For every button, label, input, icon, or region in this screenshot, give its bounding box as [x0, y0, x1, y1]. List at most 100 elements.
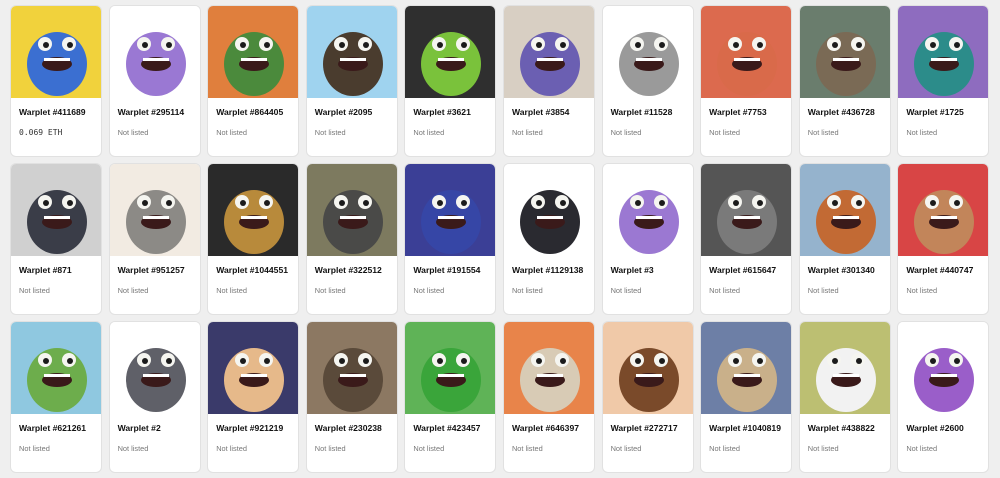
nft-name[interactable]: Warplet #322512: [315, 265, 389, 275]
nft-card[interactable]: Warplet #621261 Not listed: [10, 321, 102, 473]
nft-card[interactable]: Warplet #1129138 Not listed: [502, 163, 595, 315]
nft-card[interactable]: Warplet #615647 Not listed: [700, 163, 793, 315]
nft-card[interactable]: Warplet #2095 Not listed: [305, 5, 398, 157]
nft-card[interactable]: Warplet #230238 Not listed: [305, 321, 398, 473]
nft-card[interactable]: Warplet #864405 Not listed: [207, 5, 300, 157]
nft-name[interactable]: Warplet #230238: [315, 423, 389, 433]
nft-image[interactable]: [208, 164, 299, 256]
nft-name[interactable]: Warplet #191554: [413, 265, 487, 275]
nft-image[interactable]: [503, 164, 594, 256]
nft-name[interactable]: Warplet #1725: [906, 107, 980, 117]
cowboy-blob-icon: [799, 164, 890, 256]
nft-name[interactable]: Warplet #2600: [906, 423, 980, 433]
nft-image[interactable]: [405, 164, 496, 256]
nft-name[interactable]: Warplet #864405: [216, 107, 290, 117]
nft-card[interactable]: Warplet #871 Not listed: [10, 163, 102, 315]
nft-card[interactable]: Warplet #440747 Not listed: [897, 163, 990, 315]
nft-name[interactable]: Warplet #411689: [19, 107, 93, 117]
nft-image[interactable]: [602, 164, 693, 256]
hooded-monster-icon: [898, 6, 989, 98]
nft-image[interactable]: [306, 322, 397, 414]
nft-card[interactable]: Warplet #921219 Not listed: [207, 321, 300, 473]
nft-image[interactable]: [701, 164, 792, 256]
nft-card[interactable]: Warplet #1725 Not listed: [897, 5, 990, 157]
nft-name[interactable]: Warplet #951257: [118, 265, 192, 275]
nft-image[interactable]: [109, 164, 200, 256]
purple-blob-sunglasses-icon: [109, 6, 200, 98]
nft-image[interactable]: [208, 6, 299, 98]
nft-name[interactable]: Warplet #436728: [808, 107, 882, 117]
nft-image[interactable]: [898, 322, 989, 414]
nft-card[interactable]: Warplet #423457 Not listed: [404, 321, 497, 473]
nft-image[interactable]: [701, 6, 792, 98]
nft-image[interactable]: [503, 6, 594, 98]
nft-image[interactable]: [898, 164, 989, 256]
nft-image[interactable]: [405, 322, 496, 414]
nft-image[interactable]: [799, 164, 890, 256]
nft-card[interactable]: Warplet #272717 Not listed: [601, 321, 694, 473]
nft-image[interactable]: [306, 164, 397, 256]
nft-name[interactable]: Warplet #301340: [808, 265, 882, 275]
nft-name[interactable]: Warplet #295114: [118, 107, 192, 117]
nft-card[interactable]: Warplet #438822 Not listed: [798, 321, 891, 473]
nft-card[interactable]: Warplet #7753 Not listed: [700, 5, 793, 157]
nft-image[interactable]: [799, 6, 890, 98]
nft-card[interactable]: Warplet #646397 Not listed: [502, 321, 595, 473]
blue-blob-icon: [405, 164, 496, 256]
nft-status: Not listed: [314, 128, 346, 137]
nft-name[interactable]: Warplet #7753: [709, 107, 783, 117]
nft-card[interactable]: Warplet #2600 Not listed: [897, 321, 990, 473]
nft-card[interactable]: Warplet #295114 Not listed: [108, 5, 201, 157]
nft-name[interactable]: Warplet #438822: [808, 423, 882, 433]
nft-image[interactable]: [109, 6, 200, 98]
nft-name[interactable]: Warplet #615647: [709, 265, 783, 275]
nft-image[interactable]: [503, 322, 594, 414]
nft-name[interactable]: Warplet #646397: [512, 423, 586, 433]
nft-card[interactable]: Warplet #2 Not listed: [108, 321, 201, 473]
nft-status: Not listed: [610, 128, 642, 137]
nft-card[interactable]: Warplet #191554 Not listed: [404, 163, 497, 315]
nft-card[interactable]: Warplet #951257 Not listed: [108, 163, 201, 315]
nft-name[interactable]: Warplet #1129138: [512, 265, 586, 275]
nft-name[interactable]: Warplet #3: [611, 265, 685, 275]
nft-image[interactable]: [11, 6, 101, 98]
nft-name[interactable]: Warplet #440747: [906, 265, 980, 275]
nft-card[interactable]: Warplet #3854 Not listed: [502, 5, 595, 157]
nft-name[interactable]: Warplet #921219: [216, 423, 290, 433]
nft-name[interactable]: Warplet #871: [19, 265, 93, 275]
nft-info: Warplet #1725 Not listed: [898, 98, 988, 137]
nft-image[interactable]: [602, 6, 693, 98]
nft-name[interactable]: Warplet #1040819: [709, 423, 783, 433]
nft-image[interactable]: [208, 322, 299, 414]
nft-image[interactable]: [602, 322, 693, 414]
nft-image[interactable]: [11, 164, 101, 256]
nft-image[interactable]: [405, 6, 496, 98]
nft-name[interactable]: Warplet #272717: [611, 423, 685, 433]
nft-card[interactable]: Warplet #3621 Not listed: [404, 5, 497, 157]
nft-image[interactable]: [306, 6, 397, 98]
nft-name[interactable]: Warplet #621261: [19, 423, 93, 433]
nft-info: Warplet #871 Not listed: [11, 256, 101, 295]
nft-image[interactable]: [11, 322, 101, 414]
nft-card[interactable]: Warplet #3 Not listed: [601, 163, 694, 315]
nft-card[interactable]: Warplet #1040819 Not listed: [700, 321, 793, 473]
nft-card[interactable]: Warplet #436728 Not listed: [798, 5, 891, 157]
nft-name[interactable]: Warplet #11528: [611, 107, 685, 117]
nft-card[interactable]: Warplet #301340 Not listed: [798, 163, 891, 315]
nft-info: Warplet #11528 Not listed: [603, 98, 693, 137]
nft-name[interactable]: Warplet #1044551: [216, 265, 290, 275]
nft-card[interactable]: Warplet #1044551 Not listed: [207, 163, 300, 315]
nft-name[interactable]: Warplet #2: [118, 423, 192, 433]
nft-image[interactable]: [701, 322, 792, 414]
nft-card[interactable]: Warplet #411689 0.069 ETH: [10, 5, 102, 157]
grumpy-blob-icon: [701, 164, 792, 256]
nft-name[interactable]: Warplet #3621: [413, 107, 487, 117]
nft-name[interactable]: Warplet #2095: [315, 107, 389, 117]
nft-card[interactable]: Warplet #322512 Not listed: [305, 163, 398, 315]
nft-card[interactable]: Warplet #11528 Not listed: [601, 5, 694, 157]
nft-image[interactable]: [799, 322, 890, 414]
nft-image[interactable]: [898, 6, 989, 98]
nft-name[interactable]: Warplet #3854: [512, 107, 586, 117]
nft-image[interactable]: [109, 322, 200, 414]
nft-name[interactable]: Warplet #423457: [413, 423, 487, 433]
